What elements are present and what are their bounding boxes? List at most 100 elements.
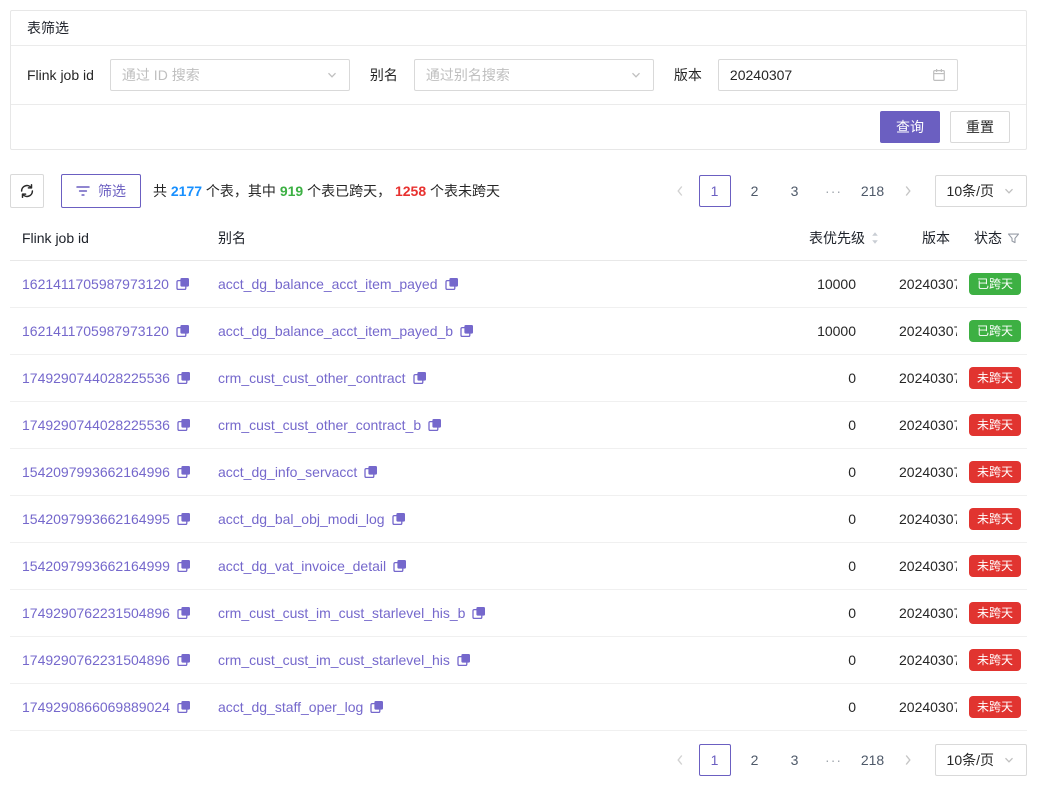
alias-link[interactable]: acct_dg_staff_oper_log [218,697,363,717]
alias-link[interactable]: acct_dg_bal_obj_modi_log [218,509,385,529]
alias-link[interactable]: crm_cust_cust_other_contract_b [218,415,421,435]
prev-page-button[interactable] [669,175,691,207]
page-size-value: 10条/页 [947,181,994,201]
flink-job-id-link[interactable]: 1621411705987973120 [22,274,169,294]
alias-link[interactable]: acct_dg_info_servacct [218,462,357,482]
version-cell: 20240307 [887,590,957,637]
alias-link[interactable]: acct_dg_vat_invoice_detail [218,556,386,576]
table-row: 1749290762231504896 crm_cust_cust_im_cust… [10,590,1027,637]
priority-cell: 10000 [757,308,887,355]
status-badge: 未跨天 [969,696,1021,718]
copy-icon[interactable] [177,418,191,432]
filter-button-label: 筛选 [98,181,126,201]
version-cell: 20240307 [887,637,957,684]
priority-cell: 0 [757,402,887,449]
copy-icon[interactable] [177,371,191,385]
status-badge: 未跨天 [969,555,1021,577]
next-page-button[interactable] [897,175,919,207]
status-badge: 未跨天 [969,602,1021,624]
page-button-218[interactable]: 218 [857,175,889,207]
chevron-down-icon [1003,754,1015,766]
status-badge: 未跨天 [969,367,1021,389]
flink-job-id-link[interactable]: 1749290866069889024 [22,697,170,717]
column-header-status[interactable]: 状态 [957,216,1027,261]
flink-job-id-link[interactable]: 1749290762231504896 [22,650,170,670]
flink-job-id-link[interactable]: 1621411705987973120 [22,321,169,341]
page-button-3[interactable]: 3 [779,175,811,207]
copy-icon[interactable] [177,653,191,667]
version-date-value: 20240307 [730,67,792,83]
alias-link[interactable]: crm_cust_cust_other_contract [218,368,406,388]
version-cell: 20240307 [887,684,957,731]
column-header-priority[interactable]: 表优先级 [757,216,887,261]
copy-icon[interactable] [370,700,384,714]
alias-link[interactable]: crm_cust_cust_im_cust_starlevel_his_b [218,603,465,623]
flink-job-id-label: Flink job id [27,67,94,83]
copy-icon[interactable] [176,277,190,291]
flink-job-id-select[interactable]: 通过 ID 搜索 [110,59,350,91]
flink-job-id-placeholder: 通过 ID 搜索 [122,65,200,85]
alias-link[interactable]: crm_cust_cust_im_cust_starlevel_his [218,650,450,670]
copy-icon[interactable] [177,559,191,573]
status-badge: 未跨天 [969,414,1021,436]
page-button-3[interactable]: 3 [779,744,811,776]
filter-card: 表筛选 Flink job id 通过 ID 搜索 别名 通过别名搜索 版本 2… [10,10,1027,150]
funnel-icon[interactable] [1007,232,1020,245]
status-badge: 未跨天 [969,461,1021,483]
version-date-input[interactable]: 20240307 [718,59,958,91]
tables-table: Flink job id 别名 表优先级 版本 状态 1621411705987… [10,216,1027,731]
copy-icon[interactable] [392,512,406,526]
copy-icon[interactable] [177,512,191,526]
copy-icon[interactable] [413,371,427,385]
copy-icon[interactable] [457,653,471,667]
copy-icon[interactable] [364,465,378,479]
flink-job-id-link[interactable]: 1542097993662164996 [22,462,170,482]
copy-icon[interactable] [176,324,190,338]
copy-icon[interactable] [428,418,442,432]
table-row: 1749290762231504896 crm_cust_cust_im_cust… [10,637,1027,684]
filter-button[interactable]: 筛选 [61,174,141,208]
page-size-select[interactable]: 10条/页 [935,175,1027,207]
refresh-button[interactable] [10,174,44,208]
next-page-button[interactable] [897,744,919,776]
flink-job-id-link[interactable]: 1749290744028225536 [22,415,170,435]
toolbar: 筛选 共 2177 个表，其中 919 个表已跨天， 1258 个表未跨天 12… [10,174,1027,208]
page-button-218[interactable]: 218 [857,744,889,776]
table-row: 1749290866069889024 acct_dg_staff_oper_lo… [10,684,1027,731]
copy-icon[interactable] [177,700,191,714]
copy-icon[interactable] [460,324,474,338]
uncrossed-count: 1258 [395,183,426,199]
chevron-left-icon [675,185,685,197]
alias-link[interactable]: acct_dg_balance_acct_item_payed [218,274,438,294]
flink-job-id-link[interactable]: 1542097993662164995 [22,509,170,529]
table-row: 1542097993662164995 acct_dg_bal_obj_modi_… [10,496,1027,543]
page-button-2[interactable]: 2 [739,744,771,776]
page-size-select[interactable]: 10条/页 [935,744,1027,776]
flink-job-id-link[interactable]: 1749290744028225536 [22,368,170,388]
status-badge: 已跨天 [969,273,1021,295]
version-label: 版本 [674,65,702,85]
prev-page-button[interactable] [669,744,691,776]
column-header-version: 版本 [887,216,957,261]
flink-job-id-link[interactable]: 1749290762231504896 [22,603,170,623]
page-button-1[interactable]: 1 [699,744,731,776]
page-button-1[interactable]: 1 [699,175,731,207]
copy-icon[interactable] [177,606,191,620]
copy-icon[interactable] [177,465,191,479]
chevron-down-icon [630,69,642,81]
priority-cell: 0 [757,496,887,543]
copy-icon[interactable] [445,277,459,291]
reset-button[interactable]: 重置 [950,111,1010,143]
alias-link[interactable]: acct_dg_balance_acct_item_payed_b [218,321,453,341]
alias-select[interactable]: 通过别名搜索 [414,59,654,91]
flink-job-id-link[interactable]: 1542097993662164999 [22,556,170,576]
chevron-right-icon [903,754,913,766]
filter-icon [76,185,90,197]
copy-icon[interactable] [472,606,486,620]
status-badge: 已跨天 [969,320,1021,342]
copy-icon[interactable] [393,559,407,573]
table-row: 1749290744028225536 crm_cust_cust_other_c… [10,402,1027,449]
query-button[interactable]: 查询 [880,111,940,143]
sort-carets-icon[interactable] [870,231,880,245]
page-button-2[interactable]: 2 [739,175,771,207]
